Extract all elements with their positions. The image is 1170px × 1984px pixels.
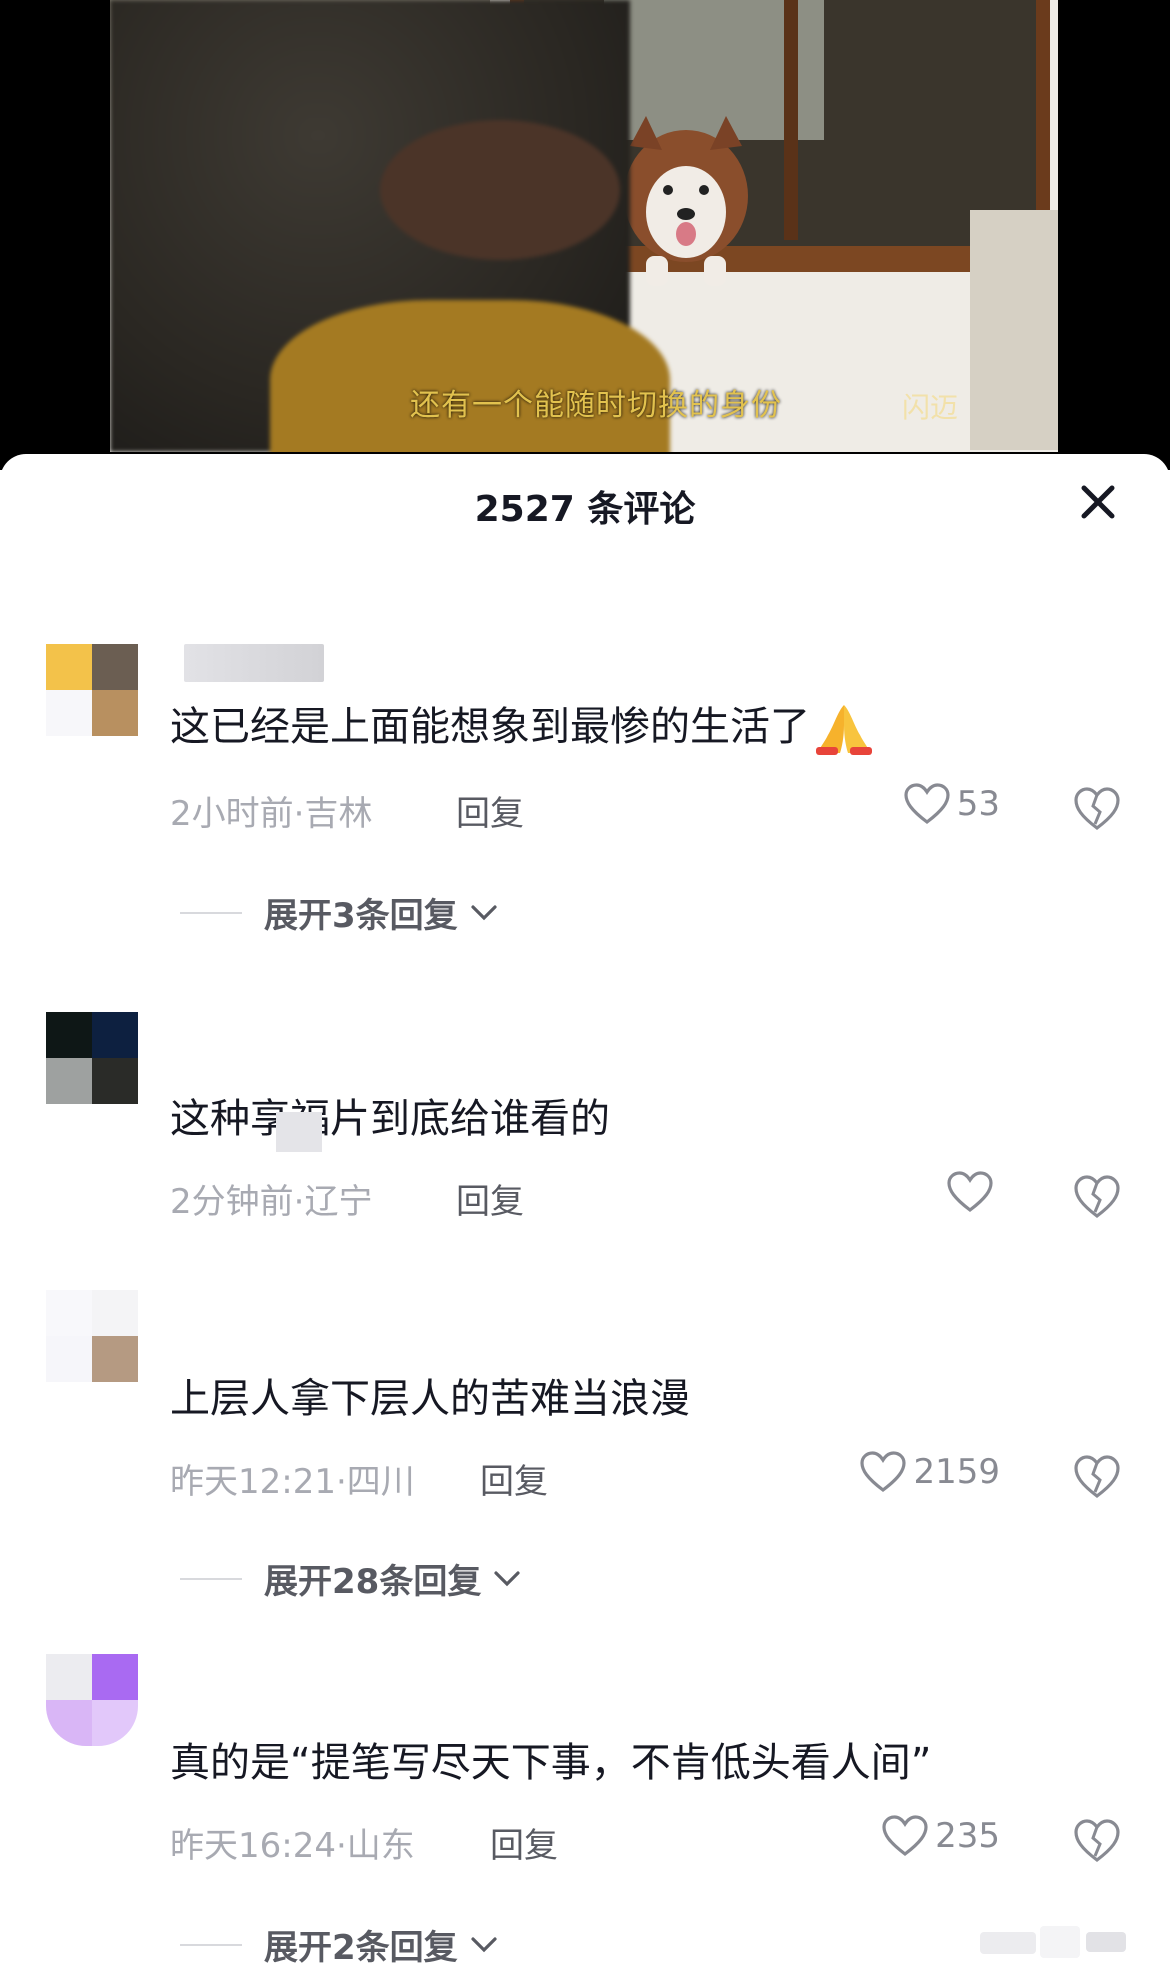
video-watermark: 闪迈	[902, 391, 959, 424]
expand-replies-label: 展开3条回复	[264, 896, 458, 936]
box-scene	[970, 210, 1058, 450]
like-button[interactable]: 235	[881, 1814, 1000, 1858]
video-subtitle: 还有一个能随时切换的身份	[410, 388, 782, 423]
reply-button[interactable]: 回复	[456, 786, 524, 835]
dog-image	[624, 116, 748, 286]
comment-count-title: 2527 条评论	[474, 489, 696, 530]
heart-icon	[860, 1451, 907, 1493]
avatar[interactable]	[46, 644, 138, 736]
broken-heart-icon[interactable]	[1072, 1172, 1122, 1222]
expand-replies[interactable]: 展开3条回复	[180, 888, 498, 937]
heart-icon	[904, 783, 950, 825]
video-player[interactable]: 还有一个能随时切换的身份 闪迈	[0, 0, 1170, 470]
overlay-artifact	[980, 1924, 1146, 1960]
heart-icon	[947, 1171, 993, 1213]
comment-meta: 2分钟前·辽宁	[170, 1182, 373, 1222]
broken-heart-icon[interactable]	[1072, 784, 1122, 834]
comment-item: 这已经是上面能想象到最惨的生活了 2小时前·吉林 回复 53 展开3条回复	[0, 644, 1170, 944]
reply-button[interactable]: 回复	[456, 1174, 524, 1223]
broken-heart-icon[interactable]	[1072, 1816, 1122, 1866]
chevron-down-icon	[471, 904, 497, 920]
avatar[interactable]	[46, 1654, 138, 1746]
like-button[interactable]	[946, 1170, 1000, 1214]
like-count: 53	[956, 784, 1000, 824]
redaction-mark	[276, 1112, 322, 1152]
expand-replies-label: 展开28条回复	[264, 1562, 482, 1602]
broken-heart-icon[interactable]	[1072, 1452, 1122, 1502]
avatar[interactable]	[46, 1290, 138, 1382]
like-button[interactable]: 53	[903, 782, 1000, 826]
like-count: 2159	[913, 1452, 1000, 1492]
comment-text: 这已经是上面能想象到最惨的生活了	[170, 694, 874, 757]
reply-button[interactable]: 回复	[490, 1818, 558, 1867]
comment-meta: 昨天12:21·四川	[170, 1462, 415, 1502]
username-redacted[interactable]	[184, 644, 324, 682]
chevron-down-icon	[471, 1936, 497, 1952]
reply-button[interactable]: 回复	[480, 1454, 548, 1503]
comment-text: 真的是“提笔写尽天下事，不肯低头看人间”	[170, 1740, 932, 1786]
chevron-down-icon	[494, 1570, 520, 1586]
video-frame: 还有一个能随时切换的身份 闪迈	[110, 0, 1058, 452]
expand-replies[interactable]: 展开2条回复	[180, 1920, 498, 1969]
expand-replies[interactable]: 展开28条回复	[180, 1554, 521, 1603]
heart-icon	[882, 1815, 928, 1857]
like-button[interactable]: 2159	[859, 1450, 1000, 1494]
comment-text: 上层人拿下层人的苦难当浪漫	[170, 1376, 690, 1422]
folded-hands-icon	[816, 705, 872, 755]
expand-replies-label: 展开2条回复	[264, 1928, 458, 1968]
comment-item: 上层人拿下层人的苦难当浪漫 昨天12:21·四川 回复 2159 展开28条回复	[0, 1290, 1170, 1610]
avatar[interactable]	[46, 1012, 138, 1104]
comment-text: 这种享福片到底给谁看的	[170, 1096, 610, 1142]
comment-item: 这种享福片到底给谁看的 2分钟前·辽宁 回复	[0, 1012, 1170, 1242]
close-icon[interactable]	[1072, 476, 1124, 528]
comment-meta: 昨天16:24·山东	[170, 1826, 415, 1866]
like-count: 235	[935, 1816, 1000, 1856]
comment-meta: 2小时前·吉林	[170, 794, 373, 834]
